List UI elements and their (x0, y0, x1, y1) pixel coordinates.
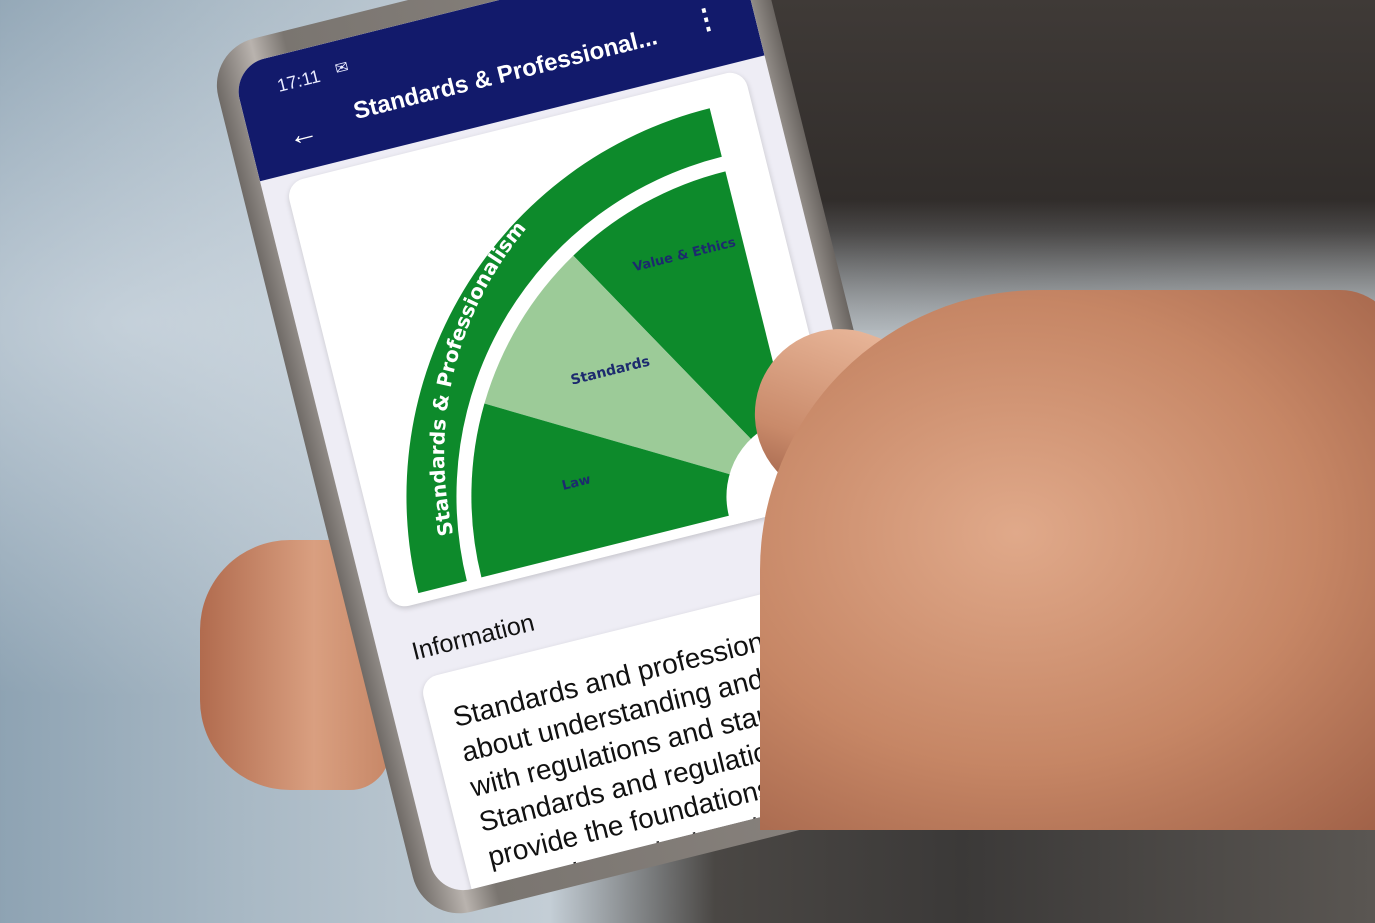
back-arrow-icon[interactable]: ← (284, 114, 321, 154)
mail-notification-icon: ✉ (333, 58, 351, 79)
right-hand (760, 290, 1375, 830)
more-options-icon[interactable]: ⋮ (688, 0, 724, 38)
status-time: 17:11 (275, 65, 323, 96)
